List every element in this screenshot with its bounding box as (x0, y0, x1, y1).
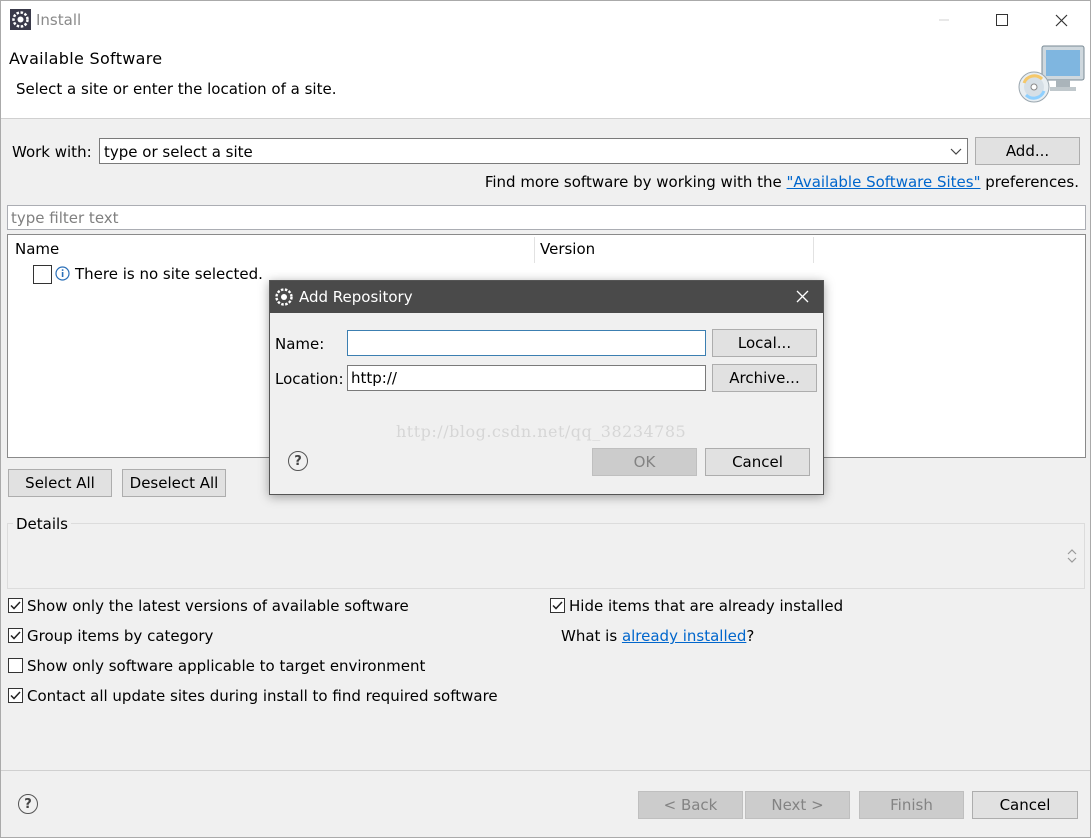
checkmark-icon (552, 601, 563, 610)
cancel-button[interactable]: Cancel (972, 791, 1078, 819)
header-banner: Available Software Select a site or ente… (1, 39, 1090, 119)
option-contact-update-sites-label[interactable]: Contact all update sites during install … (27, 687, 498, 705)
location-label: Location: (275, 370, 344, 388)
option-group-by-category-label[interactable]: Group items by category (27, 627, 213, 645)
option-latest-versions-label[interactable]: Show only the latest versions of availab… (27, 597, 409, 615)
info-icon (55, 266, 70, 281)
option-latest-versions-checkbox[interactable] (8, 598, 23, 613)
column-divider (534, 237, 535, 263)
computer-cd-icon (1018, 45, 1085, 103)
name-column-header[interactable]: Name (15, 240, 59, 258)
close-icon[interactable] (796, 290, 809, 303)
work-with-label: Work with: (12, 143, 92, 161)
local-button[interactable]: Local... (712, 329, 817, 357)
eclipse-icon (275, 288, 293, 306)
option-target-environment-label[interactable]: Show only software applicable to target … (27, 657, 425, 675)
scroll-updown-icon[interactable] (1066, 546, 1078, 566)
version-column-header[interactable]: Version (540, 240, 595, 258)
option-contact-update-sites-checkbox[interactable] (8, 688, 23, 703)
page-subtitle: Select a site or enter the location of a… (16, 80, 337, 98)
add-repository-dialog: Add Repository Name: Local... Location: … (269, 280, 824, 495)
help-icon[interactable]: ? (18, 794, 38, 814)
install-window: Install Available Software Select a site… (0, 0, 1091, 838)
page-title: Available Software (9, 49, 163, 68)
option-hide-installed-label[interactable]: Hide items that are already installed (569, 597, 843, 615)
repository-location-input[interactable] (347, 365, 706, 391)
already-installed-link[interactable]: already installed (622, 627, 746, 645)
dialog-title: Add Repository (299, 288, 413, 306)
maximize-icon (996, 14, 1008, 26)
find-more-suffix: preferences. (980, 173, 1079, 191)
finish-button[interactable]: Finish (859, 791, 964, 819)
checkmark-icon (10, 631, 21, 640)
title-bar: Install (1, 1, 1090, 39)
window-title: Install (36, 11, 82, 29)
eclipse-icon (10, 9, 31, 30)
watermark: http://blog.csdn.net/qq_38234785 (396, 422, 687, 441)
details-label: Details (13, 515, 72, 533)
details-group (7, 523, 1085, 589)
footer-divider (1, 770, 1090, 771)
name-label: Name: (275, 335, 325, 353)
archive-button[interactable]: Archive... (712, 364, 817, 392)
tree-item-checkbox[interactable] (33, 265, 52, 284)
find-more-prefix: Find more software by working with the (484, 173, 787, 191)
available-software-sites-link[interactable]: "Available Software Sites" (787, 173, 981, 191)
minimize-icon (939, 19, 949, 21)
close-button[interactable] (1050, 9, 1072, 31)
option-hide-installed-checkbox[interactable] (550, 598, 565, 613)
option-group-by-category-checkbox[interactable] (8, 628, 23, 643)
dialog-cancel-button[interactable]: Cancel (705, 448, 810, 476)
maximize-button[interactable] (991, 9, 1013, 31)
filter-input[interactable] (7, 205, 1086, 230)
what-is-prefix: What is (561, 627, 622, 645)
ok-button[interactable]: OK (592, 448, 697, 476)
select-all-button[interactable]: Select All (8, 469, 112, 497)
checkmark-icon (10, 601, 21, 610)
what-is-suffix: ? (746, 627, 755, 645)
back-button[interactable]: < Back (638, 791, 743, 819)
checkmark-icon (10, 691, 21, 700)
repository-name-input[interactable] (347, 330, 706, 356)
chevron-down-icon (950, 148, 962, 155)
minimize-button[interactable] (933, 9, 955, 31)
what-is-installed-text: What is already installed? (561, 627, 754, 645)
next-button[interactable]: Next > (745, 791, 850, 819)
add-site-button[interactable]: Add... (975, 137, 1080, 165)
work-with-combo[interactable]: type or select a site (99, 138, 968, 164)
deselect-all-button[interactable]: Deselect All (122, 469, 226, 497)
work-with-value: type or select a site (104, 143, 253, 161)
no-site-message: There is no site selected. (75, 265, 263, 283)
dialog-help-icon[interactable]: ? (288, 451, 308, 471)
dialog-title-bar: Add Repository (270, 281, 823, 313)
column-divider (813, 237, 814, 263)
close-icon (1055, 14, 1067, 26)
option-target-environment-checkbox[interactable] (8, 658, 23, 673)
find-more-text: Find more software by working with the "… (485, 173, 1079, 191)
